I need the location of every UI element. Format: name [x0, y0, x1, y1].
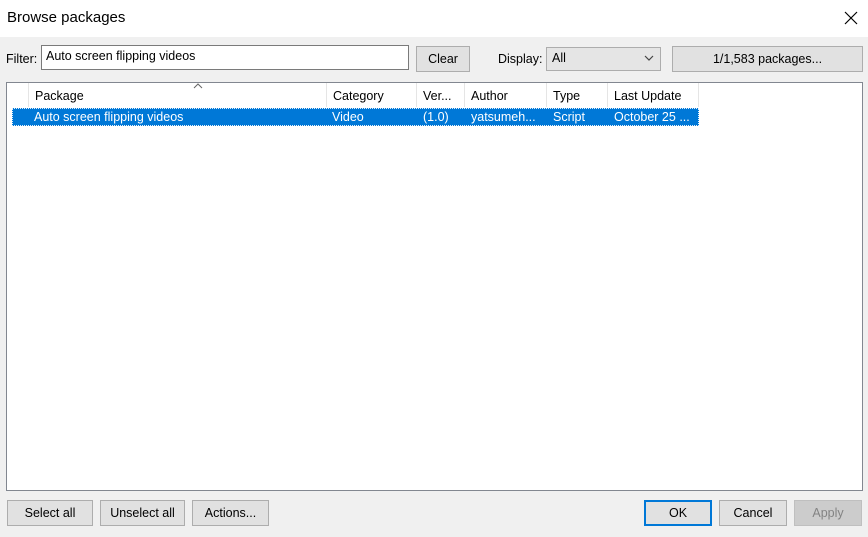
column-header-last-update[interactable]: Last Update	[608, 83, 699, 107]
chevron-down-icon	[644, 55, 654, 61]
table-header: Package Category Ver... Author Type Last…	[7, 83, 699, 107]
ok-button[interactable]: OK	[644, 500, 712, 526]
display-select-value: All	[552, 51, 566, 65]
column-header-category[interactable]: Category	[327, 83, 417, 107]
cell-last-update: October 25 ...	[614, 110, 690, 124]
cancel-button[interactable]: Cancel	[719, 500, 787, 526]
cell-version: (1.0)	[423, 110, 449, 124]
table-row[interactable]: Auto screen flipping videos Video (1.0) …	[12, 108, 699, 126]
packages-count-button[interactable]: 1/1,583 packages...	[672, 46, 863, 72]
cell-author: yatsumeh...	[471, 110, 536, 124]
close-button[interactable]	[834, 0, 868, 36]
filter-label: Filter:	[6, 52, 38, 66]
display-label: Display:	[498, 52, 543, 66]
select-all-button[interactable]: Select all	[7, 500, 93, 526]
column-header-version[interactable]: Ver...	[417, 83, 465, 107]
packages-list[interactable]: Package Category Ver... Author Type Last…	[6, 82, 863, 491]
column-header-label: Package	[35, 89, 84, 103]
column-header-type[interactable]: Type	[547, 83, 608, 107]
clear-button[interactable]: Clear	[416, 46, 470, 72]
filter-input[interactable]: Auto screen flipping videos	[41, 45, 409, 70]
window-title: Browse packages	[7, 9, 126, 26]
column-header-package[interactable]: Package	[29, 83, 327, 107]
cell-category: Video	[332, 110, 364, 124]
cell-type: Script	[553, 110, 585, 124]
apply-button[interactable]: Apply	[794, 500, 862, 526]
sort-ascending-icon	[193, 83, 203, 89]
title-bar: Browse packages	[0, 0, 868, 37]
display-select[interactable]: All	[546, 47, 661, 71]
actions-button[interactable]: Actions...	[192, 500, 269, 526]
close-icon	[844, 11, 858, 25]
cell-package: Auto screen flipping videos	[34, 110, 184, 124]
column-header-spacer	[7, 83, 29, 107]
column-header-author[interactable]: Author	[465, 83, 547, 107]
unselect-all-button[interactable]: Unselect all	[100, 500, 185, 526]
